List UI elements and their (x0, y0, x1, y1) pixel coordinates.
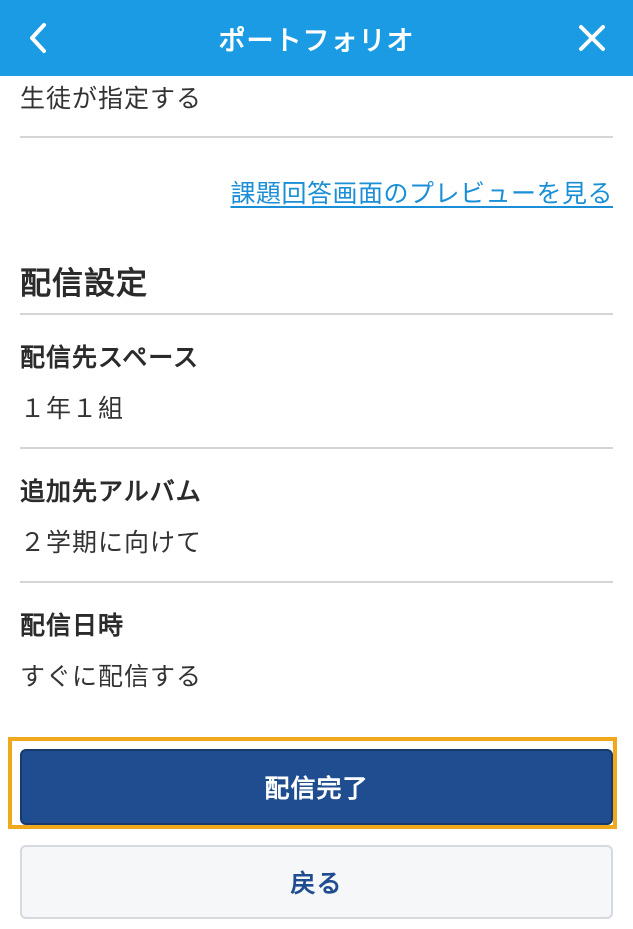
field-label-datetime: 配信日時 (20, 611, 125, 640)
answer-setting-value: 生徒が指定する (20, 84, 203, 113)
field-value-datetime: すぐに配信する (20, 662, 203, 691)
complete-delivery-button[interactable]: 配信完了 (20, 749, 613, 825)
divider (20, 313, 613, 315)
back-action-button[interactable]: 戻る (20, 845, 613, 919)
divider (20, 136, 613, 138)
chevron-left-icon (30, 23, 46, 53)
main-content: 生徒が指定する 課題回答画面のプレビューを見る 配信設定 配信先スペース １年１… (20, 76, 613, 693)
delivery-settings-heading: 配信設定 (20, 266, 148, 302)
field-label-album: 追加先アルバム (20, 477, 202, 506)
page-title: ポートフォリオ (218, 25, 415, 57)
field-value-space: １年１組 (20, 394, 125, 423)
field-label-space: 配信先スペース (20, 343, 200, 372)
back-button[interactable] (27, 0, 103, 76)
app-header: ポートフォリオ (0, 0, 633, 76)
divider (20, 447, 613, 449)
close-icon (579, 25, 605, 51)
divider (20, 581, 613, 583)
preview-link[interactable]: 課題回答画面のプレビューを見る (20, 174, 613, 210)
close-button[interactable] (530, 0, 606, 76)
field-value-album: ２学期に向けて (20, 528, 203, 557)
